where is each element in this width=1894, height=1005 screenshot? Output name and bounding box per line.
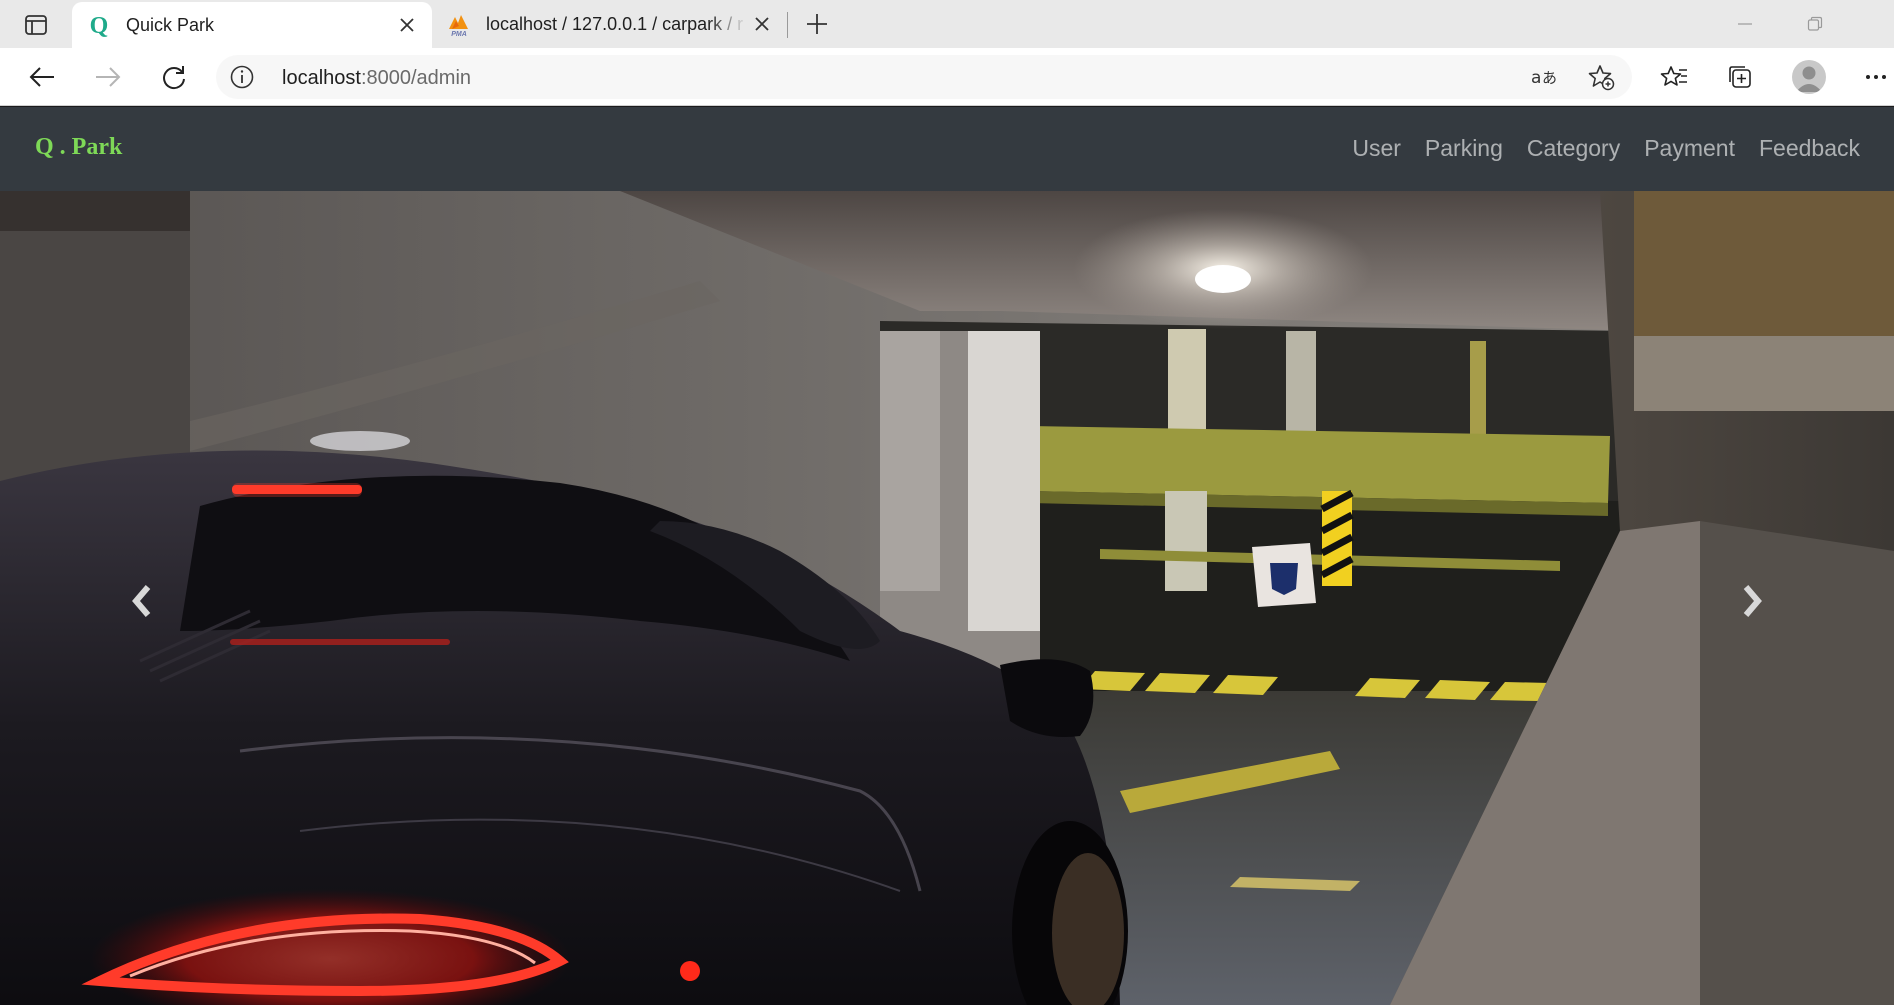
arrow-right-icon: [96, 67, 121, 87]
svg-text:a: a: [1531, 68, 1541, 88]
browser-tab-strip: Q Quick Park PMA localhost / 127.0.0.1 /…: [0, 0, 1894, 48]
user-icon: [1796, 66, 1822, 92]
favorites-button[interactable]: [1654, 59, 1694, 95]
url-path: :8000/admin: [360, 67, 472, 89]
hero-carousel: [0, 191, 1894, 1005]
close-tab-icon[interactable]: [747, 9, 777, 39]
nav-link-payment[interactable]: Payment: [1644, 135, 1735, 162]
url-host: localhost: [282, 67, 361, 89]
read-aloud-icon[interactable]: a あ: [1530, 63, 1560, 91]
browser-toolbar: localhost:8000/admin a あ: [0, 48, 1894, 106]
collections-icon: [1729, 66, 1751, 88]
svg-text:Q: Q: [90, 13, 109, 38]
add-favorite-icon[interactable]: [1586, 63, 1616, 91]
carousel-next-button[interactable]: [1712, 561, 1792, 641]
more-button[interactable]: [1856, 59, 1894, 95]
svg-text:PMA: PMA: [451, 31, 467, 37]
tab-phpmyadmin[interactable]: PMA localhost / 127.0.0.1 / carpark / r: [432, 0, 787, 48]
minimize-button[interactable]: [1722, 8, 1768, 40]
restore-button[interactable]: [1792, 8, 1838, 40]
chevron-left-icon: [132, 585, 151, 617]
nav-link-feedback[interactable]: Feedback: [1759, 135, 1860, 162]
favorites-icon: [1660, 66, 1687, 86]
refresh-icon: [163, 66, 185, 90]
minimize-icon: [1738, 23, 1752, 25]
arrow-left-icon: [29, 67, 54, 87]
address-bar[interactable]: localhost:8000/admin a あ: [216, 55, 1632, 99]
more-icon: [1866, 75, 1886, 79]
carousel-slide-image: [0, 191, 1894, 1005]
url-text[interactable]: localhost:8000/admin: [282, 67, 471, 90]
new-tab-button[interactable]: [800, 8, 834, 40]
info-icon[interactable]: [230, 65, 254, 89]
plus-icon: [807, 14, 827, 34]
tab-actions-icon: [25, 15, 47, 35]
close-tab-icon[interactable]: [392, 10, 422, 40]
q-logo-icon: Q: [86, 12, 112, 38]
refresh-button[interactable]: [154, 59, 194, 95]
tab-title: localhost / 127.0.0.1 / carpark / r: [486, 13, 744, 34]
tab-divider: [787, 12, 788, 38]
tab-quick-park[interactable]: Q Quick Park: [72, 2, 432, 48]
carousel-prev-button[interactable]: [102, 561, 182, 641]
nav-link-category[interactable]: Category: [1527, 135, 1620, 162]
phpmyadmin-icon: PMA: [446, 11, 472, 37]
nav-link-parking[interactable]: Parking: [1425, 135, 1503, 162]
tab-title: Quick Park: [126, 14, 215, 35]
profile-avatar[interactable]: [1792, 60, 1826, 94]
brand-logo[interactable]: Q . Park: [35, 134, 122, 161]
site-navbar: Q . Park User Parking Category Payment F…: [0, 107, 1894, 191]
restore-icon: [1807, 16, 1823, 31]
tab-actions-button[interactable]: [14, 10, 58, 40]
collections-button[interactable]: [1720, 59, 1760, 95]
nav-links: User Parking Category Payment Feedback: [1352, 135, 1860, 162]
back-button[interactable]: [22, 59, 62, 95]
chevron-right-icon: [1743, 585, 1762, 617]
svg-text:あ: あ: [1542, 69, 1557, 87]
nav-link-user[interactable]: User: [1352, 135, 1401, 162]
forward-button[interactable]: [88, 59, 128, 95]
